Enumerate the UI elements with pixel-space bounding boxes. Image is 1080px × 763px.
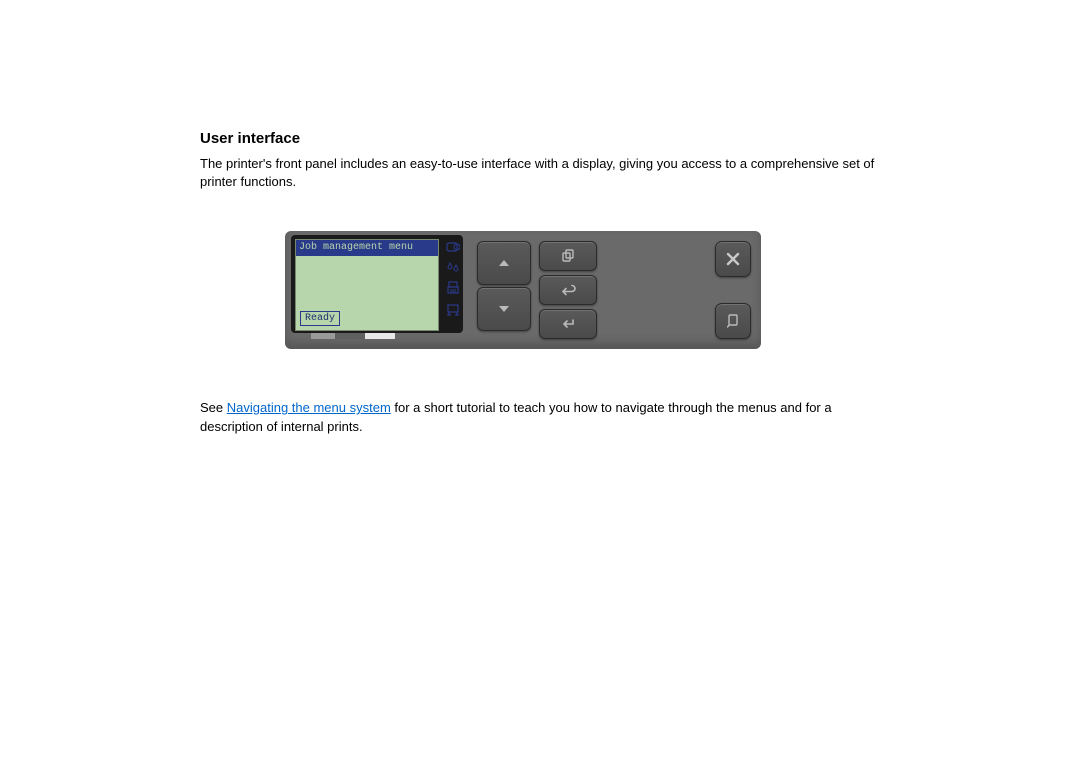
navigating-menu-link[interactable]: Navigating the menu system	[227, 400, 391, 415]
printhead-icon	[446, 281, 460, 295]
down-button[interactable]	[477, 287, 531, 331]
lcd-menu-title: Job management menu	[296, 240, 438, 256]
tab-indicator-4	[395, 333, 441, 339]
nav-button-column	[477, 241, 531, 331]
footer-paragraph: See Navigating the menu system for a sho…	[200, 399, 880, 435]
footer-text-pre: See	[200, 400, 227, 415]
lcd-bottom-tabs	[311, 333, 441, 339]
lcd-side-icons	[445, 241, 461, 317]
action-button-column	[539, 241, 597, 339]
tab-indicator-1	[311, 333, 335, 339]
lcd-status-label: Ready	[300, 311, 340, 326]
copy-icon	[561, 249, 575, 263]
enter-icon	[560, 318, 576, 330]
form-feed-button[interactable]	[715, 303, 751, 339]
form-feed-icon	[725, 313, 741, 329]
back-button[interactable]	[539, 275, 597, 305]
tab-indicator-3	[365, 333, 395, 339]
cancel-button[interactable]	[715, 241, 751, 277]
right-button-column	[715, 241, 751, 339]
ink-drops-icon	[446, 261, 460, 273]
paper-roll-icon	[446, 241, 460, 253]
copy-button[interactable]	[539, 241, 597, 271]
tab-indicator-2	[335, 333, 365, 339]
up-button[interactable]	[477, 241, 531, 285]
triangle-down-icon	[498, 305, 510, 313]
close-icon	[725, 251, 741, 267]
lcd-screen: Job management menu Ready	[295, 239, 439, 331]
printer-icon	[446, 303, 460, 317]
back-arrow-icon	[560, 284, 576, 296]
intro-paragraph: The printer's front panel includes an ea…	[200, 155, 880, 191]
lcd-housing: Job management menu Ready	[291, 235, 463, 333]
front-panel-figure: Job management menu Ready	[285, 231, 880, 349]
section-heading: User interface	[200, 130, 880, 147]
triangle-up-icon	[498, 259, 510, 267]
enter-button[interactable]	[539, 309, 597, 339]
printer-front-panel: Job management menu Ready	[285, 231, 761, 349]
